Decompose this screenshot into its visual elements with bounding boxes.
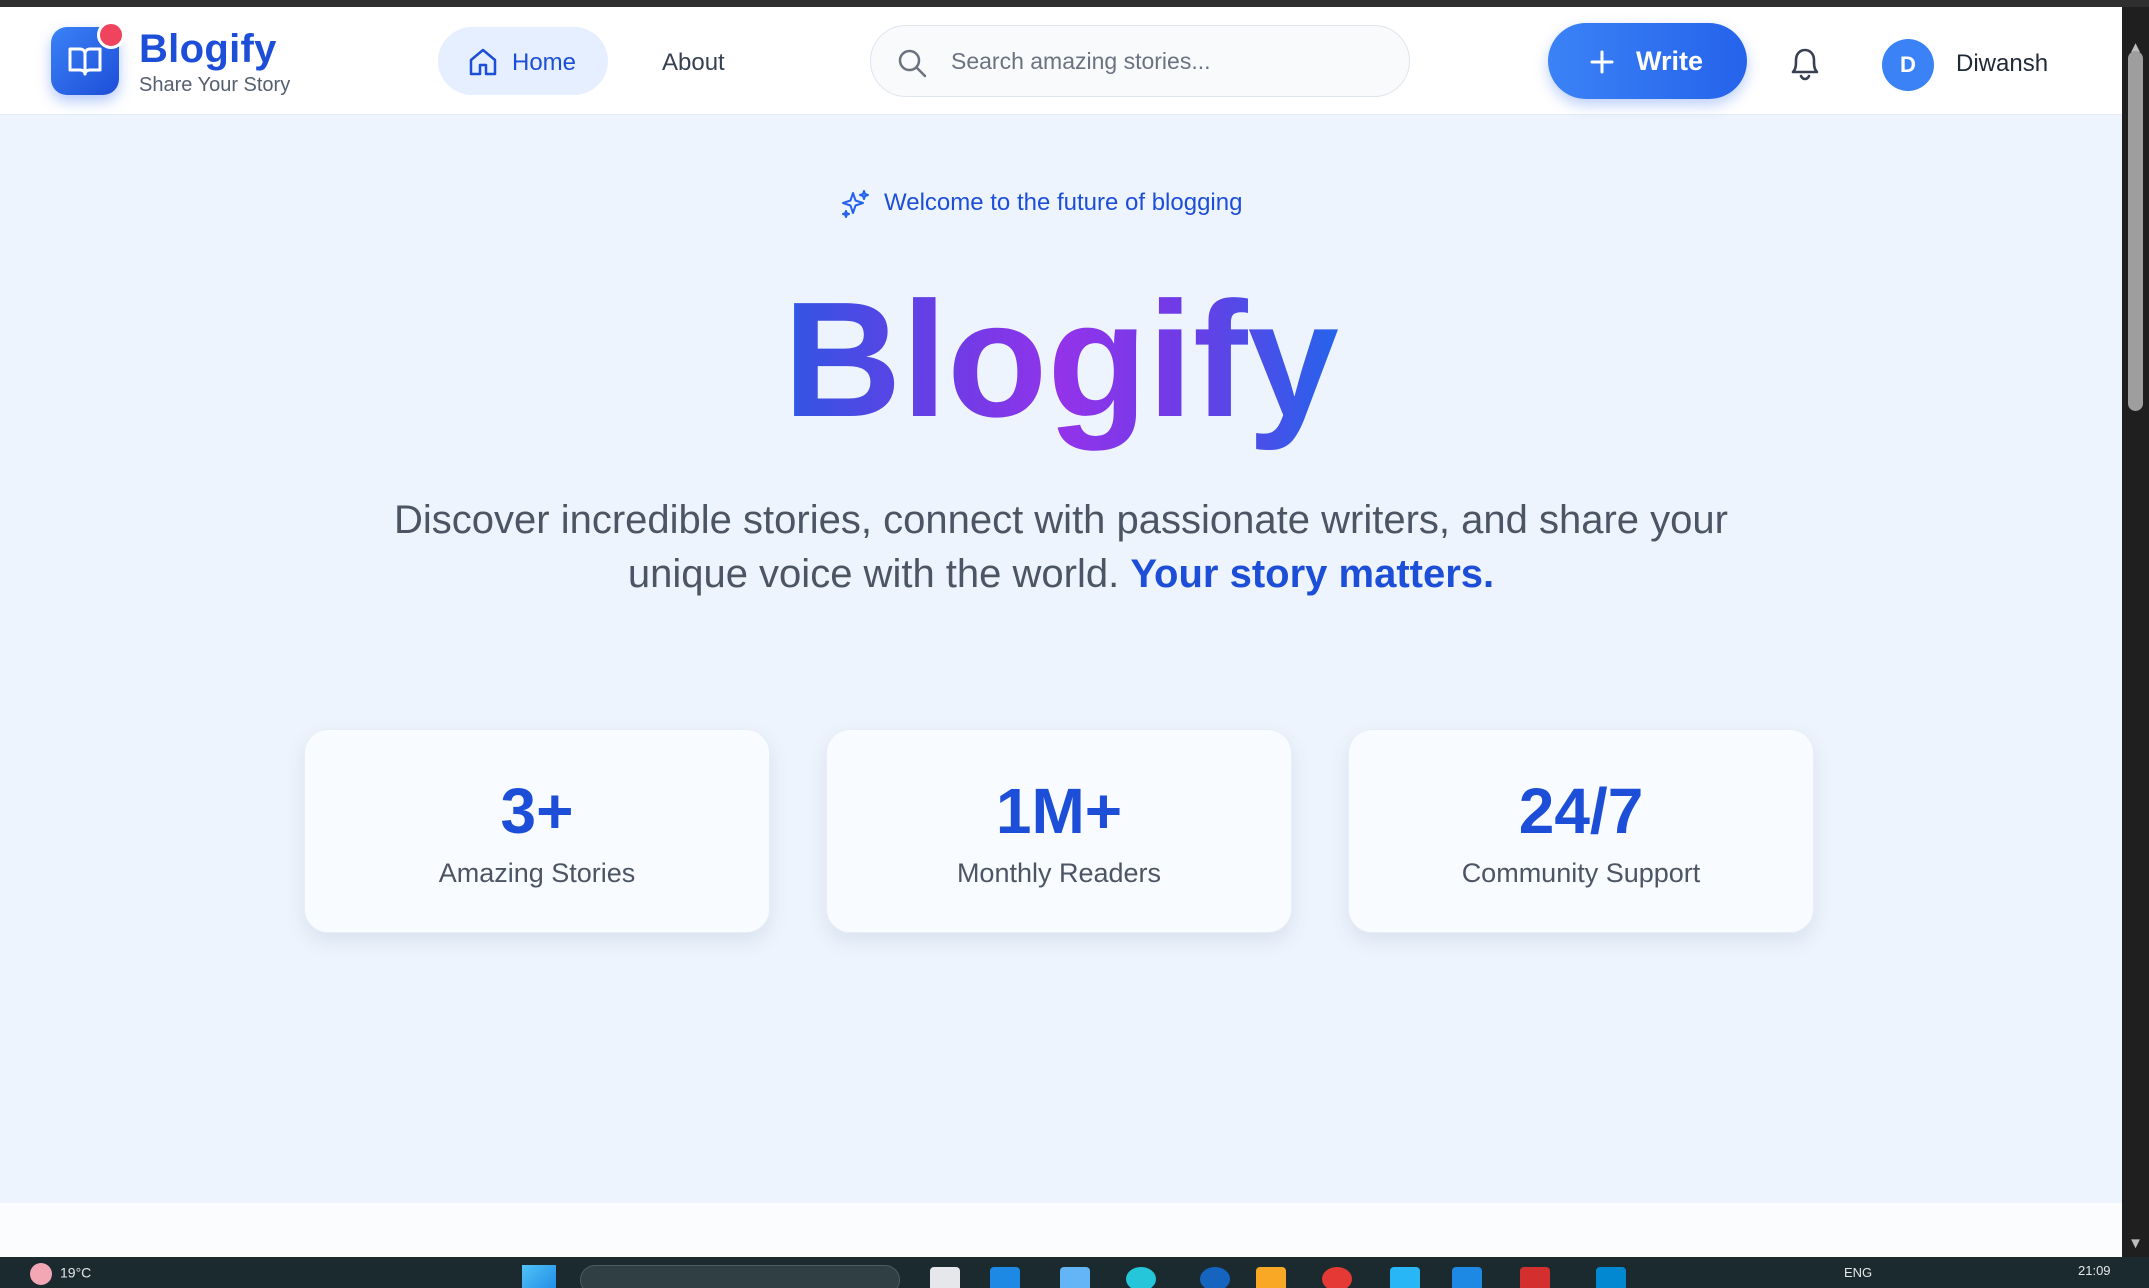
taskbar-app-icon[interactable] xyxy=(1390,1267,1420,1288)
page-scrollbar[interactable]: ▲ ▼ xyxy=(2122,7,2149,1257)
taskbar-app-icon[interactable] xyxy=(1322,1267,1352,1288)
next-section-edge xyxy=(0,1203,2122,1257)
hero-subtitle-line1: Discover incredible stories, connect wit… xyxy=(394,498,1728,542)
stat-value: 1M+ xyxy=(995,775,1123,847)
write-button[interactable]: Write xyxy=(1548,23,1747,99)
stat-card-stories: 3+ Amazing Stories xyxy=(304,729,770,933)
site-header: Blogify Share Your Story Home About Writ… xyxy=(0,7,2122,115)
welcome-badge-text: Welcome to the future of blogging xyxy=(884,189,1243,216)
nav-home-link[interactable]: Home xyxy=(438,27,608,95)
hero-title: Blogify xyxy=(783,268,1339,451)
bell-icon[interactable] xyxy=(1785,43,1825,83)
notification-dot xyxy=(97,21,125,49)
scroll-down-arrow-icon[interactable]: ▼ xyxy=(2122,1231,2149,1257)
os-taskbar: 19°C ENG 21:09 xyxy=(0,1257,2149,1288)
open-book-icon xyxy=(68,47,102,76)
hero-subtitle-accent: Your story matters. xyxy=(1130,552,1495,596)
welcome-badge: Welcome to the future of blogging xyxy=(840,183,1280,223)
stat-label: Monthly Readers xyxy=(956,858,1162,888)
scrollbar-thumb[interactable] xyxy=(2128,51,2143,411)
stat-label: Amazing Stories xyxy=(438,858,636,888)
stat-label: Community Support xyxy=(1461,858,1701,888)
search-input[interactable] xyxy=(951,40,1381,82)
write-button-label: Write xyxy=(1636,46,1704,76)
taskbar-app-icon[interactable] xyxy=(1596,1267,1626,1288)
taskbar-search[interactable] xyxy=(580,1265,900,1288)
search-icon xyxy=(898,49,927,78)
sparkles-icon xyxy=(842,190,869,218)
taskbar-app-icon[interactable] xyxy=(1452,1267,1482,1288)
taskbar-app-icon[interactable] xyxy=(930,1267,960,1288)
stat-value: 3+ xyxy=(500,775,574,847)
search-bar xyxy=(870,25,1410,97)
taskbar-app-icon[interactable] xyxy=(1060,1267,1090,1288)
weather-icon xyxy=(30,1263,52,1285)
taskbar-weather[interactable]: 19°C xyxy=(30,1263,91,1285)
window-top-frame xyxy=(0,0,2149,7)
brand-name[interactable]: Blogify xyxy=(139,27,277,72)
user-name[interactable]: Diwansh xyxy=(1956,50,2048,78)
plus-icon xyxy=(1590,50,1614,74)
browser-viewport: Blogify Share Your Story Home About Writ… xyxy=(0,7,2122,1257)
taskbar-app-icon[interactable] xyxy=(1200,1267,1230,1288)
taskbar-app-icon[interactable] xyxy=(1256,1267,1286,1288)
taskbar-app-icon[interactable] xyxy=(1520,1267,1550,1288)
nav-home-label: Home xyxy=(512,49,577,76)
stat-card-readers: 1M+ Monthly Readers xyxy=(826,729,1292,933)
avatar[interactable]: D xyxy=(1882,39,1934,91)
brand-tagline: Share Your Story xyxy=(139,74,291,96)
windows-start-icon[interactable] xyxy=(522,1265,556,1288)
taskbar-language[interactable]: ENG xyxy=(1844,1265,1872,1280)
hero-subtitle-line2: unique voice with the world. xyxy=(627,552,1120,596)
nav-about-link[interactable]: About xyxy=(650,27,737,95)
stat-card-support: 24/7 Community Support xyxy=(1348,729,1814,933)
home-icon xyxy=(469,48,497,76)
taskbar-app-icon[interactable] xyxy=(990,1267,1020,1288)
stat-value: 24/7 xyxy=(1518,775,1644,847)
taskbar-app-icon[interactable] xyxy=(1126,1267,1156,1288)
taskbar-clock[interactable]: 21:09 xyxy=(2078,1263,2111,1278)
hero-subtitle: Discover incredible stories, connect wit… xyxy=(300,493,1822,601)
